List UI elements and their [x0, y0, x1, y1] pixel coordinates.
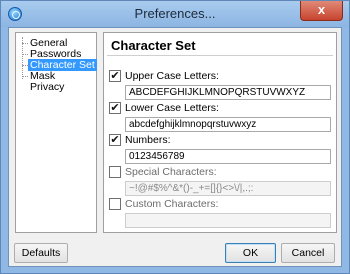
- defaults-button[interactable]: Defaults: [14, 243, 68, 263]
- lower-case-label: Lower Case Letters:: [125, 102, 219, 114]
- upper-case-checkbox[interactable]: ✔: [109, 70, 121, 82]
- close-button[interactable]: x: [300, 1, 343, 21]
- custom-field: [125, 213, 331, 228]
- special-field: ~!@#$%^&*()-_+=[]{}<>\/|,.;:: [125, 181, 331, 196]
- upper-case-label: Upper Case Letters:: [125, 70, 219, 82]
- numbers-label: Numbers:: [125, 134, 171, 146]
- dialog-body: General Passwords Character Set Mask Pri…: [8, 27, 342, 267]
- cancel-button[interactable]: Cancel: [281, 243, 335, 263]
- settings-panel: Character Set ✔ Upper Case Letters: ABCD…: [103, 32, 337, 233]
- title-bar[interactable]: Preferences... x: [1, 1, 349, 27]
- preferences-window: Preferences... x General Passwords Chara…: [0, 0, 350, 274]
- special-label: Special Characters:: [125, 166, 217, 178]
- upper-case-field[interactable]: ABCDEFGHIJKLMNOPQRSTUVWXYZ: [125, 85, 331, 100]
- numbers-field[interactable]: 0123456789: [125, 149, 331, 164]
- tree-item-privacy[interactable]: Privacy: [28, 81, 66, 93]
- lower-case-field[interactable]: abcdefghijklmnopqrstuvwxyz: [125, 117, 331, 132]
- numbers-checkbox[interactable]: ✔: [109, 134, 121, 146]
- panel-divider: [107, 55, 333, 56]
- custom-checkbox[interactable]: [109, 198, 121, 210]
- custom-label: Custom Characters:: [125, 198, 219, 210]
- panel-title: Character Set: [111, 38, 196, 53]
- window-title: Preferences...: [134, 6, 216, 21]
- lower-case-checkbox[interactable]: ✔: [109, 102, 121, 114]
- ok-button[interactable]: OK: [225, 243, 276, 263]
- category-tree: General Passwords Character Set Mask Pri…: [15, 32, 97, 233]
- special-checkbox[interactable]: [109, 166, 121, 178]
